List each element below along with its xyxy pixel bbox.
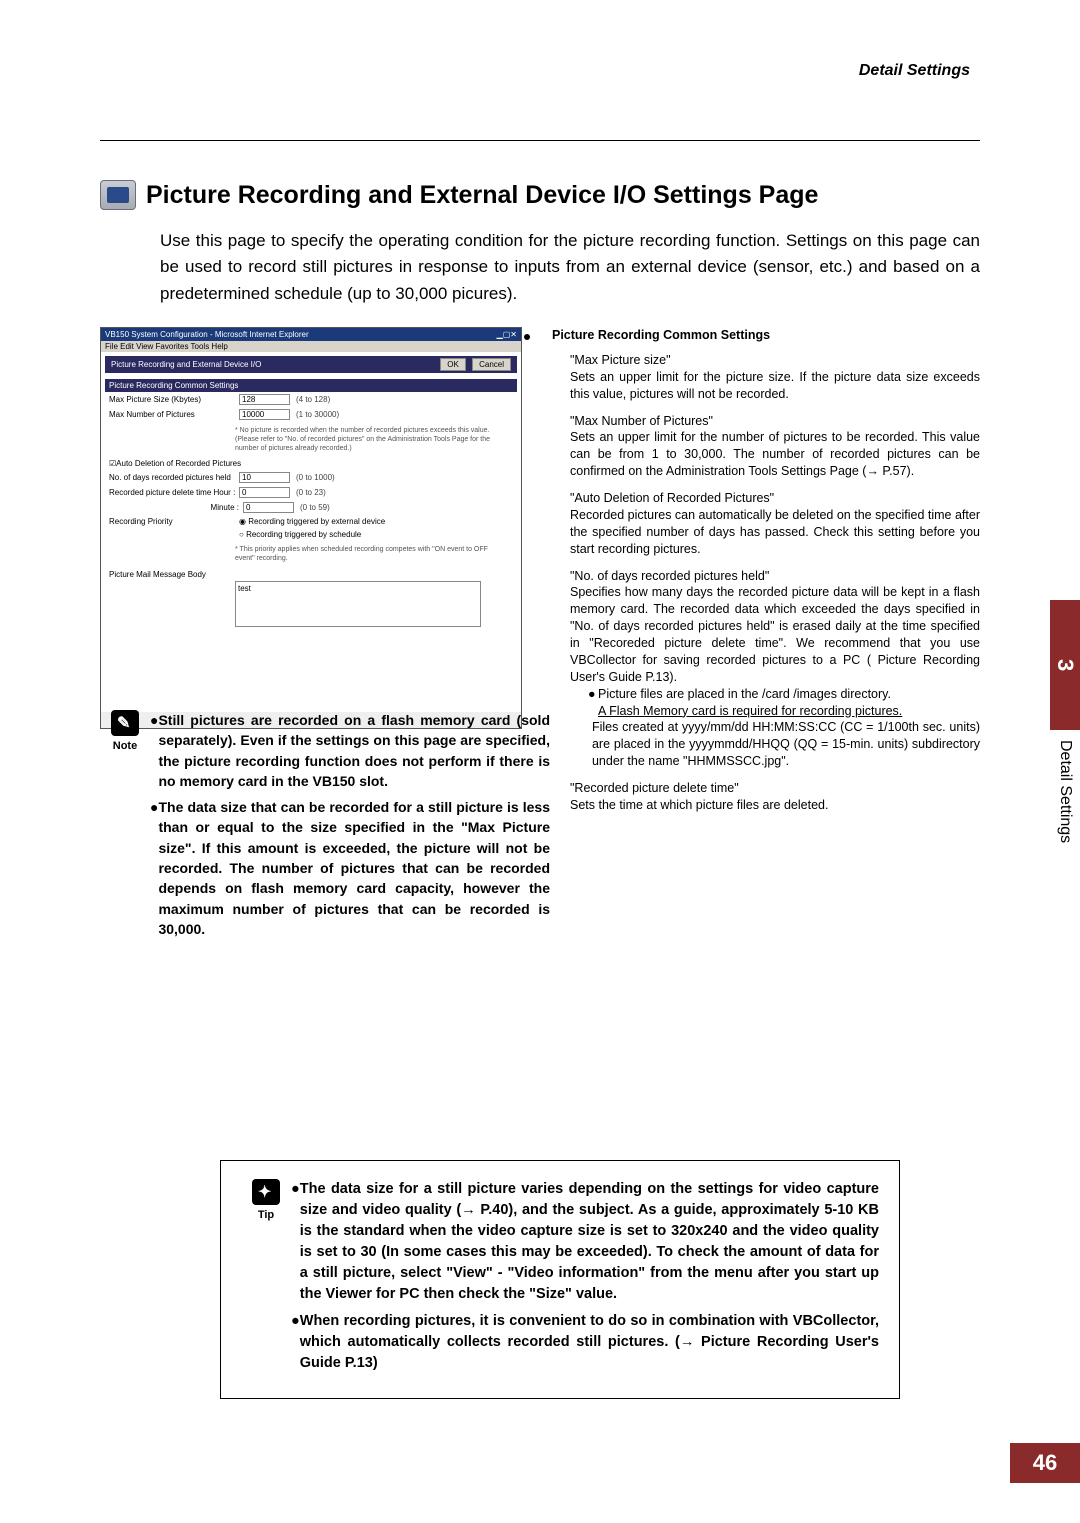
explanation-heading: Picture Recording Common Settings: [552, 327, 980, 344]
field-label: Picture Mail Message Body: [109, 570, 239, 579]
item-text: Sets an upper limit for the number of pi…: [570, 429, 980, 480]
horizontal-rule: [100, 140, 980, 141]
explanation-column: Picture Recording Common Settings "Max P…: [552, 327, 980, 824]
checkbox[interactable]: ☑: [109, 459, 116, 468]
note-block: Note ●Still pictures are recorded on a f…: [100, 710, 550, 945]
hint-text: (0 to 59): [300, 503, 330, 512]
note-icon: [111, 710, 139, 736]
checkbox-label: Auto Deletion of Recorded Pictures: [116, 459, 241, 468]
tip-block: Tip ●The data size for a still picture v…: [220, 1160, 900, 1399]
field-label: Max Number of Pictures: [109, 410, 239, 419]
delete-minute-input[interactable]: 0: [243, 502, 294, 513]
item-text: Recorded pictures can automatically be d…: [570, 507, 980, 558]
cancel-button[interactable]: Cancel: [472, 358, 511, 371]
sub-item: Picture files are placed in the /card /i…: [598, 686, 891, 703]
chapter-tab: 3: [1050, 600, 1080, 730]
radio-label: Recording triggered by schedule: [246, 530, 361, 539]
note-label: Note: [100, 740, 150, 752]
field-label: Minute :: [109, 503, 243, 512]
field-label: Recorded picture delete time Hour :: [109, 488, 239, 497]
hint-text: (0 to 23): [296, 488, 326, 497]
item-title: "No. of days recorded pictures held": [570, 568, 980, 585]
section-icon: [100, 180, 136, 210]
radio-label: Recording triggered by external device: [248, 517, 385, 526]
item-title: "Auto Deletion of Recorded Pictures": [570, 490, 980, 507]
max-number-input[interactable]: 10000: [239, 409, 290, 420]
delete-hour-input[interactable]: 0: [239, 487, 290, 498]
settings-screenshot: VB150 System Configuration - Microsoft I…: [100, 327, 522, 729]
tip-item: The data size for a still picture varies…: [300, 1179, 879, 1305]
page-number: 46: [1010, 1443, 1080, 1483]
field-label: No. of days recorded pictures held: [109, 473, 239, 482]
window-controls-icon: ▁▢✕: [497, 330, 517, 339]
note-item: Still pictures are recorded on a flash m…: [158, 710, 550, 791]
field-label: Max Picture Size (Kbytes): [109, 395, 239, 404]
hint-text: (0 to 1000): [296, 473, 335, 482]
item-text: Sets an upper limit for the picture size…: [570, 369, 980, 403]
menu-bar: File Edit View Favorites Tools Help: [101, 341, 521, 352]
tip-label: Tip: [241, 1209, 291, 1221]
chapter-side-label: Detail Settings: [1056, 740, 1074, 843]
hint-text: (4 to 128): [296, 395, 330, 404]
sub-item: Files created at yyyy/mm/dd HH:MM:SS:CC …: [592, 719, 980, 770]
field-label: Recording Priority: [109, 517, 239, 526]
note-item: The data size that can be recorded for a…: [158, 797, 550, 939]
footnote: * This priority applies when scheduled r…: [235, 545, 507, 563]
item-text: Sets the time at which picture files are…: [570, 797, 980, 814]
radio[interactable]: ◉: [239, 517, 248, 526]
item-title: "Max Number of Pictures": [570, 413, 980, 430]
hint-text: (1 to 30000): [296, 410, 339, 419]
tip-item: When recording pictures, it is convenien…: [300, 1311, 879, 1374]
max-picture-size-input[interactable]: 128: [239, 394, 290, 405]
running-header: Detail Settings: [859, 62, 970, 80]
page-title: Picture Recording and External Device I/…: [146, 181, 818, 210]
section-heading: Picture Recording Common Settings: [105, 379, 517, 392]
tip-icon: [252, 1179, 280, 1205]
intro-paragraph: Use this page to specify the operating c…: [160, 228, 980, 307]
panel-header: Picture Recording and External Device I/…: [111, 360, 261, 369]
item-text: Specifies how many days the recorded pic…: [570, 584, 980, 685]
radio[interactable]: ○: [239, 530, 246, 539]
footnote: * No picture is recorded when the number…: [235, 426, 507, 453]
window-title: VB150 System Configuration - Microsoft I…: [105, 330, 309, 339]
sub-item: A Flash Memory card is required for reco…: [598, 703, 902, 720]
days-held-input[interactable]: 10: [239, 472, 290, 483]
item-title: "Max Picture size": [570, 352, 980, 369]
message-body-textarea[interactable]: test: [235, 581, 481, 627]
ok-button[interactable]: OK: [440, 358, 466, 371]
item-title: "Recorded picture delete time": [570, 780, 980, 797]
